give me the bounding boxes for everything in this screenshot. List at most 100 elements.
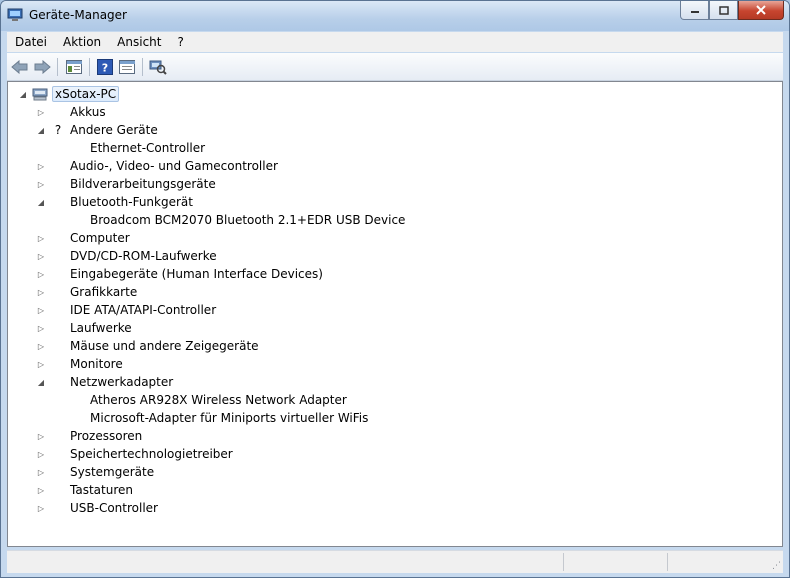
- tree-category[interactable]: ▷ Akkus: [36, 103, 106, 121]
- tree-category-label: Netzwerkadapter: [70, 375, 174, 389]
- toolbar-separator: [89, 58, 90, 76]
- dvd-drive-icon: [50, 248, 66, 264]
- tree-category[interactable]: ▷ DVD/CD-ROM-Laufwerke: [36, 247, 217, 265]
- close-icon: [756, 5, 766, 15]
- tree-category[interactable]: ▷ Computer: [36, 229, 130, 247]
- menu-datei[interactable]: Datei: [7, 35, 55, 49]
- forward-button[interactable]: [33, 58, 51, 76]
- back-button[interactable]: [11, 58, 29, 76]
- root-computer-name[interactable]: xSotax-PC: [52, 86, 120, 102]
- help-button[interactable]: ?: [96, 58, 114, 76]
- mouse-icon: [50, 338, 66, 354]
- expand-arrow-icon[interactable]: ▷: [36, 431, 46, 441]
- network-adapter-icon: [70, 410, 86, 426]
- network-adapter-icon: [70, 392, 86, 408]
- tree-category-label: Mäuse und andere Zeigegeräte: [70, 339, 259, 353]
- expand-arrow-icon[interactable]: ▷: [36, 323, 46, 333]
- tree-device-label: Microsoft-Adapter für Miniports virtuell…: [90, 411, 369, 425]
- tree-category-label: Speichertechnologietreiber: [70, 447, 233, 461]
- tree-category[interactable]: ◢ Netzwerkadapter: [36, 373, 173, 391]
- tree-root[interactable]: ◢ xSotax-PC: [18, 85, 120, 103]
- tree-device[interactable]: Ethernet-Controller: [70, 139, 205, 157]
- show-hide-tree-button[interactable]: [65, 58, 83, 76]
- collapse-arrow-icon[interactable]: ◢: [36, 377, 46, 387]
- menu-bar: Datei Aktion Ansicht ?: [7, 32, 783, 52]
- expand-arrow-icon[interactable]: ▷: [36, 467, 46, 477]
- storage-driver-icon: [50, 446, 66, 462]
- tree-category[interactable]: ◢ Bluetooth-Funkgerät: [36, 193, 193, 211]
- tree-category[interactable]: ▷ Eingabegeräte (Human Interface Devices): [36, 265, 323, 283]
- collapse-arrow-icon[interactable]: ◢: [18, 89, 28, 99]
- expand-arrow-icon[interactable]: ▷: [36, 233, 46, 243]
- tree-category[interactable]: ▷ Tastaturen: [36, 481, 133, 499]
- expand-arrow-icon[interactable]: ▷: [36, 179, 46, 189]
- back-arrow-icon: [11, 60, 28, 74]
- tree-category-label: Grafikkarte: [70, 285, 138, 299]
- properties-button[interactable]: [118, 58, 136, 76]
- menu-ansicht[interactable]: Ansicht: [109, 35, 169, 49]
- tree-device[interactable]: Microsoft-Adapter für Miniports virtuell…: [70, 409, 368, 427]
- tree-category-label: Andere Geräte: [70, 123, 158, 137]
- minimize-button[interactable]: [680, 1, 709, 20]
- tree-category[interactable]: ◢? Andere Geräte: [36, 121, 158, 139]
- monitor-icon: [50, 356, 66, 372]
- bluetooth-icon: [70, 212, 86, 228]
- expand-arrow-icon[interactable]: ▷: [36, 449, 46, 459]
- tree-device[interactable]: Atheros AR928X Wireless Network Adapter: [70, 391, 347, 409]
- bluetooth-icon: [50, 194, 66, 210]
- tree-category-label: Prozessoren: [70, 429, 143, 443]
- status-separator: [563, 553, 564, 571]
- title-bar[interactable]: Geräte-Manager: [1, 1, 789, 31]
- expand-arrow-icon[interactable]: ▷: [36, 305, 46, 315]
- menu-help[interactable]: ?: [169, 35, 191, 49]
- tree-category-label: DVD/CD-ROM-Laufwerke: [70, 249, 217, 263]
- tree-category[interactable]: ▷ Audio-, Video- und Gamecontroller: [36, 157, 278, 175]
- device-manager-app-icon: [7, 8, 23, 21]
- expand-arrow-icon[interactable]: ▷: [36, 161, 46, 171]
- system-devices-icon: [50, 464, 66, 480]
- battery-icon: [50, 104, 66, 120]
- expand-arrow-icon[interactable]: ▷: [36, 503, 46, 513]
- expand-arrow-icon[interactable]: ▷: [36, 251, 46, 261]
- menu-aktion[interactable]: Aktion: [55, 35, 109, 49]
- tree-device[interactable]: Broadcom BCM2070 Bluetooth 2.1+EDR USB D…: [70, 211, 405, 229]
- collapse-arrow-icon[interactable]: ◢: [36, 197, 46, 207]
- close-button[interactable]: [738, 1, 784, 20]
- scan-hardware-button[interactable]: [149, 58, 167, 76]
- expand-arrow-icon[interactable]: ▷: [36, 341, 46, 351]
- maximize-icon: [718, 5, 729, 15]
- tree-category[interactable]: ▷ Prozessoren: [36, 427, 142, 445]
- expand-arrow-icon[interactable]: ▷: [36, 287, 46, 297]
- device-tree[interactable]: ◢ xSotax-PC ▷ Akkus ◢? Andere Geräte Etherne…: [7, 81, 783, 547]
- unknown-device-icon: ?: [50, 122, 66, 138]
- tree-category[interactable]: ▷ Monitore: [36, 355, 123, 373]
- properties-icon: [119, 60, 135, 74]
- tree-category-label: Akkus: [70, 105, 106, 119]
- resize-grip-icon[interactable]: ⋰: [772, 561, 781, 571]
- expand-arrow-icon[interactable]: ▷: [36, 485, 46, 495]
- tree-category[interactable]: ▷ Mäuse und andere Zeigegeräte: [36, 337, 259, 355]
- tree-category[interactable]: ▷ Speichertechnologietreiber: [36, 445, 233, 463]
- tree-category[interactable]: ▷ Systemgeräte: [36, 463, 154, 481]
- tree-device-label: Atheros AR928X Wireless Network Adapter: [90, 393, 347, 407]
- camera-icon: [50, 176, 66, 192]
- svg-text:?: ?: [102, 62, 108, 75]
- processor-icon: [50, 428, 66, 444]
- tree-category[interactable]: ▷ IDE ATA/ATAPI-Controller: [36, 301, 216, 319]
- tree-category[interactable]: ▷ Bildverarbeitungsgeräte: [36, 175, 216, 193]
- display-adapter-icon: [50, 284, 66, 300]
- expand-arrow-icon[interactable]: ▷: [36, 107, 46, 117]
- expand-arrow-icon[interactable]: ▷: [36, 359, 46, 369]
- collapse-arrow-icon[interactable]: ◢: [36, 125, 46, 135]
- status-bar: ⋰: [7, 550, 783, 573]
- ide-controller-icon: [50, 302, 66, 318]
- window-title: Geräte-Manager: [29, 8, 127, 22]
- expand-arrow-icon[interactable]: ▷: [36, 269, 46, 279]
- tree-category[interactable]: ▷ Grafikkarte: [36, 283, 137, 301]
- tree-device-label: Ethernet-Controller: [90, 141, 206, 155]
- help-icon: ?: [97, 59, 113, 75]
- tree-category-label: Laufwerke: [70, 321, 132, 335]
- tree-category[interactable]: ▷ Laufwerke: [36, 319, 132, 337]
- tree-category[interactable]: ▷ USB-Controller: [36, 499, 158, 517]
- maximize-button[interactable]: [709, 1, 738, 20]
